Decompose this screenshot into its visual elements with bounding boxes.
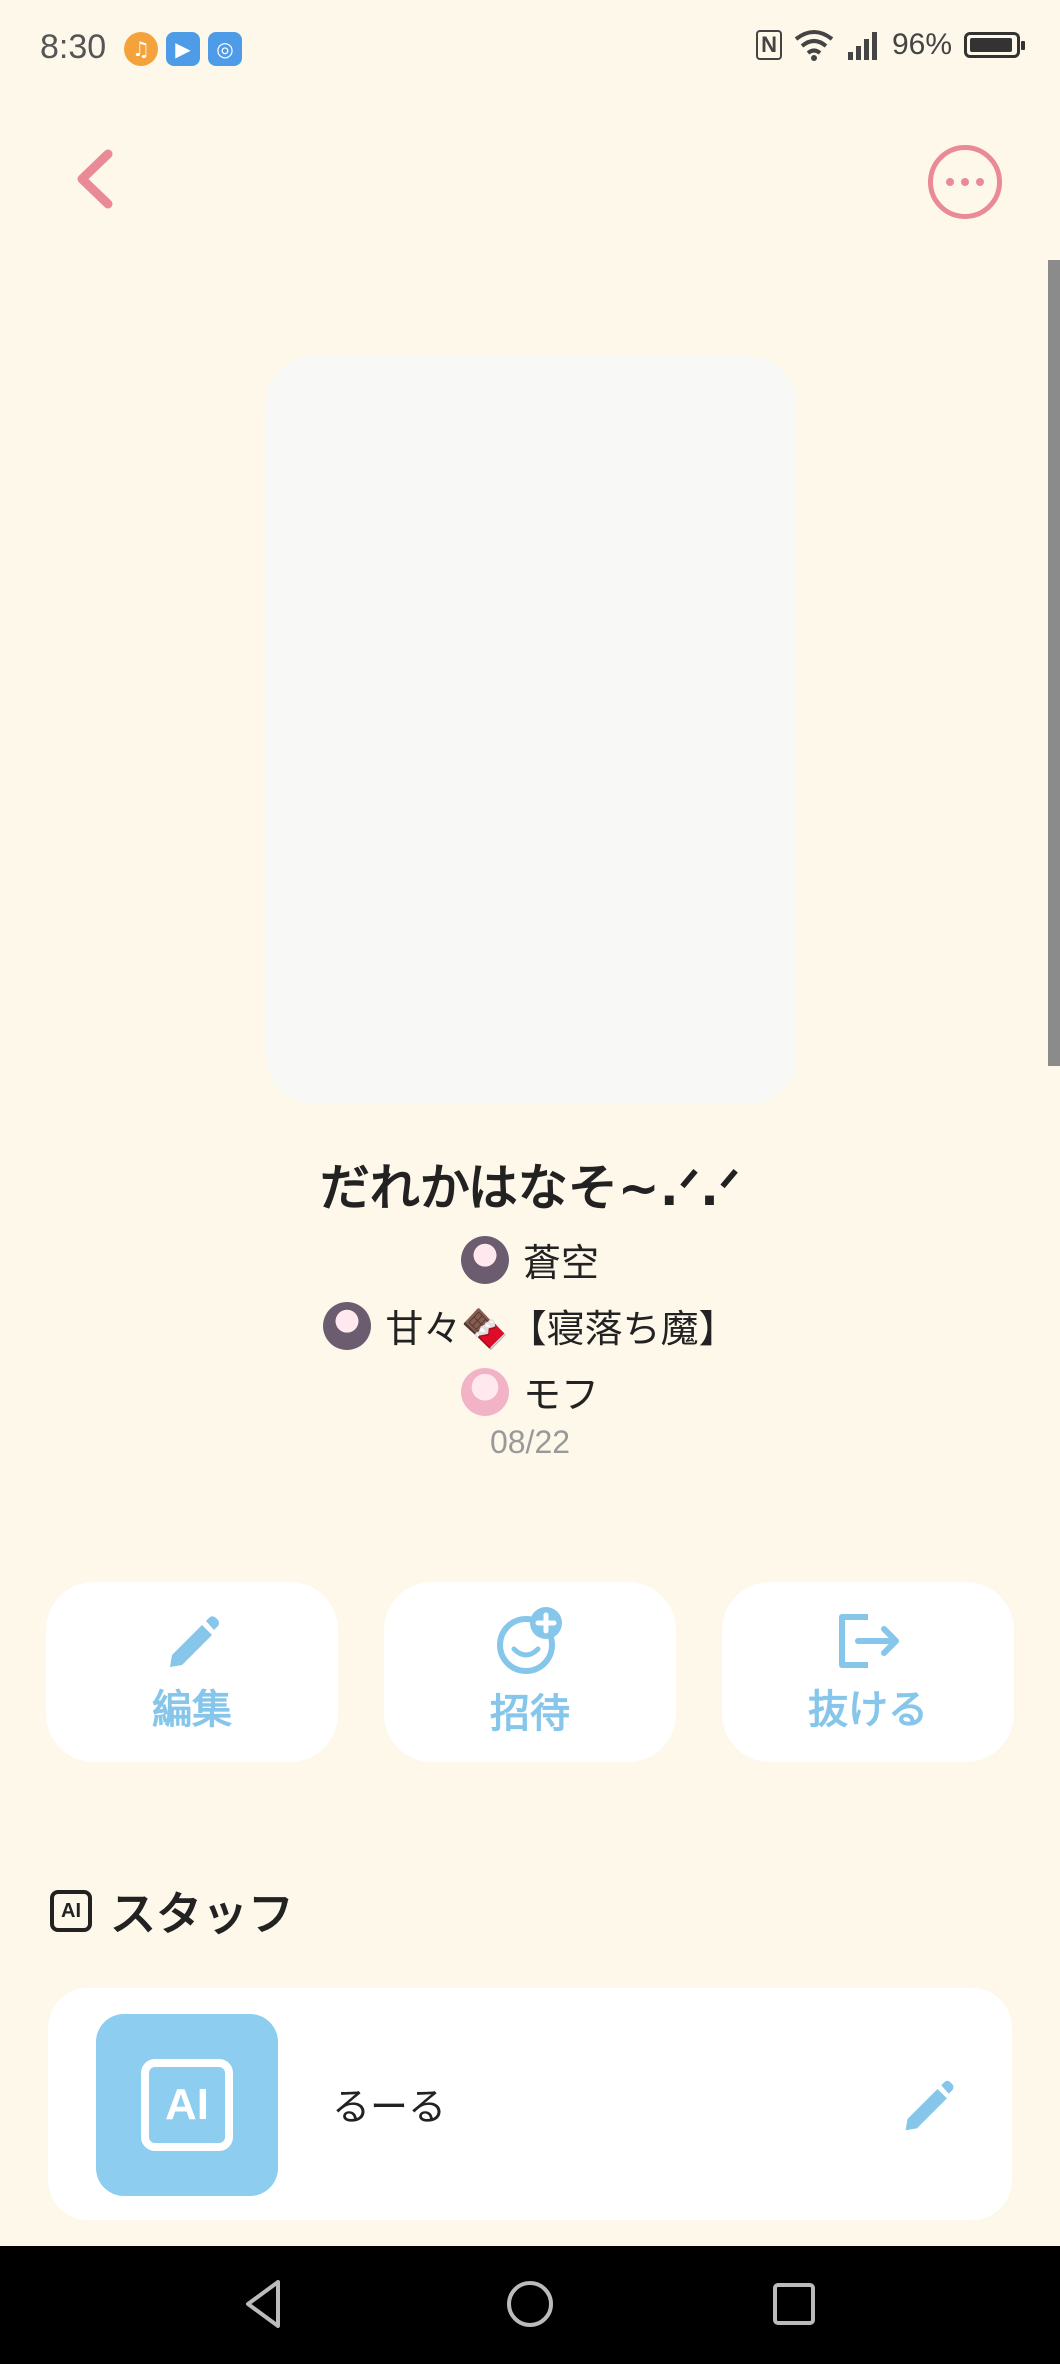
scrollbar[interactable]	[1048, 260, 1060, 1066]
nfc-icon: N	[756, 30, 782, 60]
member-name: モフ	[522, 1373, 599, 1417]
leave-label: 抜ける	[808, 1687, 928, 1733]
member-item[interactable]: 蒼空	[0, 1232, 1060, 1287]
nav-home-icon[interactable]	[500, 2274, 560, 2334]
staff-section-title: スタッフ	[110, 1887, 294, 1941]
member-item[interactable]: モフ	[0, 1364, 1060, 1419]
ai-staff-icon: AI	[96, 2014, 278, 2196]
room-title: だれかはなそ~.ᐟ.ᐟ	[319, 1159, 741, 1217]
room-date: 08/22	[489, 1424, 571, 1460]
leave-button[interactable]: 抜ける	[722, 1582, 1014, 1762]
back-button[interactable]	[70, 148, 120, 210]
avatar	[460, 1235, 509, 1284]
avatar	[323, 1301, 372, 1350]
system-nav-bar	[0, 2246, 1060, 2364]
more-dot	[961, 178, 969, 186]
member-name: 甘々🍫【寝落ち魔】	[385, 1307, 737, 1351]
pencil-icon	[170, 1616, 219, 1667]
status-time: 8:30	[40, 28, 107, 66]
avatar	[460, 1367, 509, 1416]
more-dot	[976, 178, 984, 186]
invite-label: 招待	[490, 1691, 570, 1737]
more-options-button[interactable]	[928, 145, 1002, 219]
staff-section-header: AI スタッフ	[50, 1878, 294, 1944]
wifi-icon	[794, 30, 834, 61]
edit-label: 編集	[152, 1687, 232, 1733]
staff-name: るーる	[332, 2085, 447, 2129]
battery-percent: 96%	[891, 28, 952, 61]
video-app-icon: ▶	[166, 32, 200, 66]
edit-button[interactable]: 編集	[46, 1582, 338, 1762]
ai-badge-icon: AI	[50, 1890, 92, 1932]
chevron-left-icon	[77, 149, 113, 209]
member-item[interactable]: 甘々🍫【寝落ち魔】	[0, 1298, 1060, 1353]
edit-staff-icon[interactable]	[900, 2074, 960, 2134]
status-indicators: N 96%	[756, 28, 1025, 62]
music-app-icon: ♫	[124, 32, 158, 66]
invite-smile-icon	[497, 1607, 562, 1674]
browser-app-icon: ◎	[208, 32, 242, 66]
exit-icon	[839, 1614, 899, 1668]
ai-staff-icon-text: AI	[141, 2059, 233, 2151]
nav-recents-icon[interactable]	[764, 2274, 824, 2334]
staff-card[interactable]: AI るーる	[48, 1988, 1012, 2220]
member-name: 蒼空	[522, 1241, 599, 1285]
signal-icon	[847, 32, 877, 60]
battery-icon	[964, 32, 1025, 58]
room-cover-image	[266, 356, 796, 1104]
more-dot	[946, 178, 954, 186]
status-bar: 8:30 ♫ ▶ ◎ N 96%	[0, 0, 1060, 100]
invite-button[interactable]: 招待	[384, 1582, 676, 1762]
nav-back-icon[interactable]	[234, 2274, 294, 2334]
